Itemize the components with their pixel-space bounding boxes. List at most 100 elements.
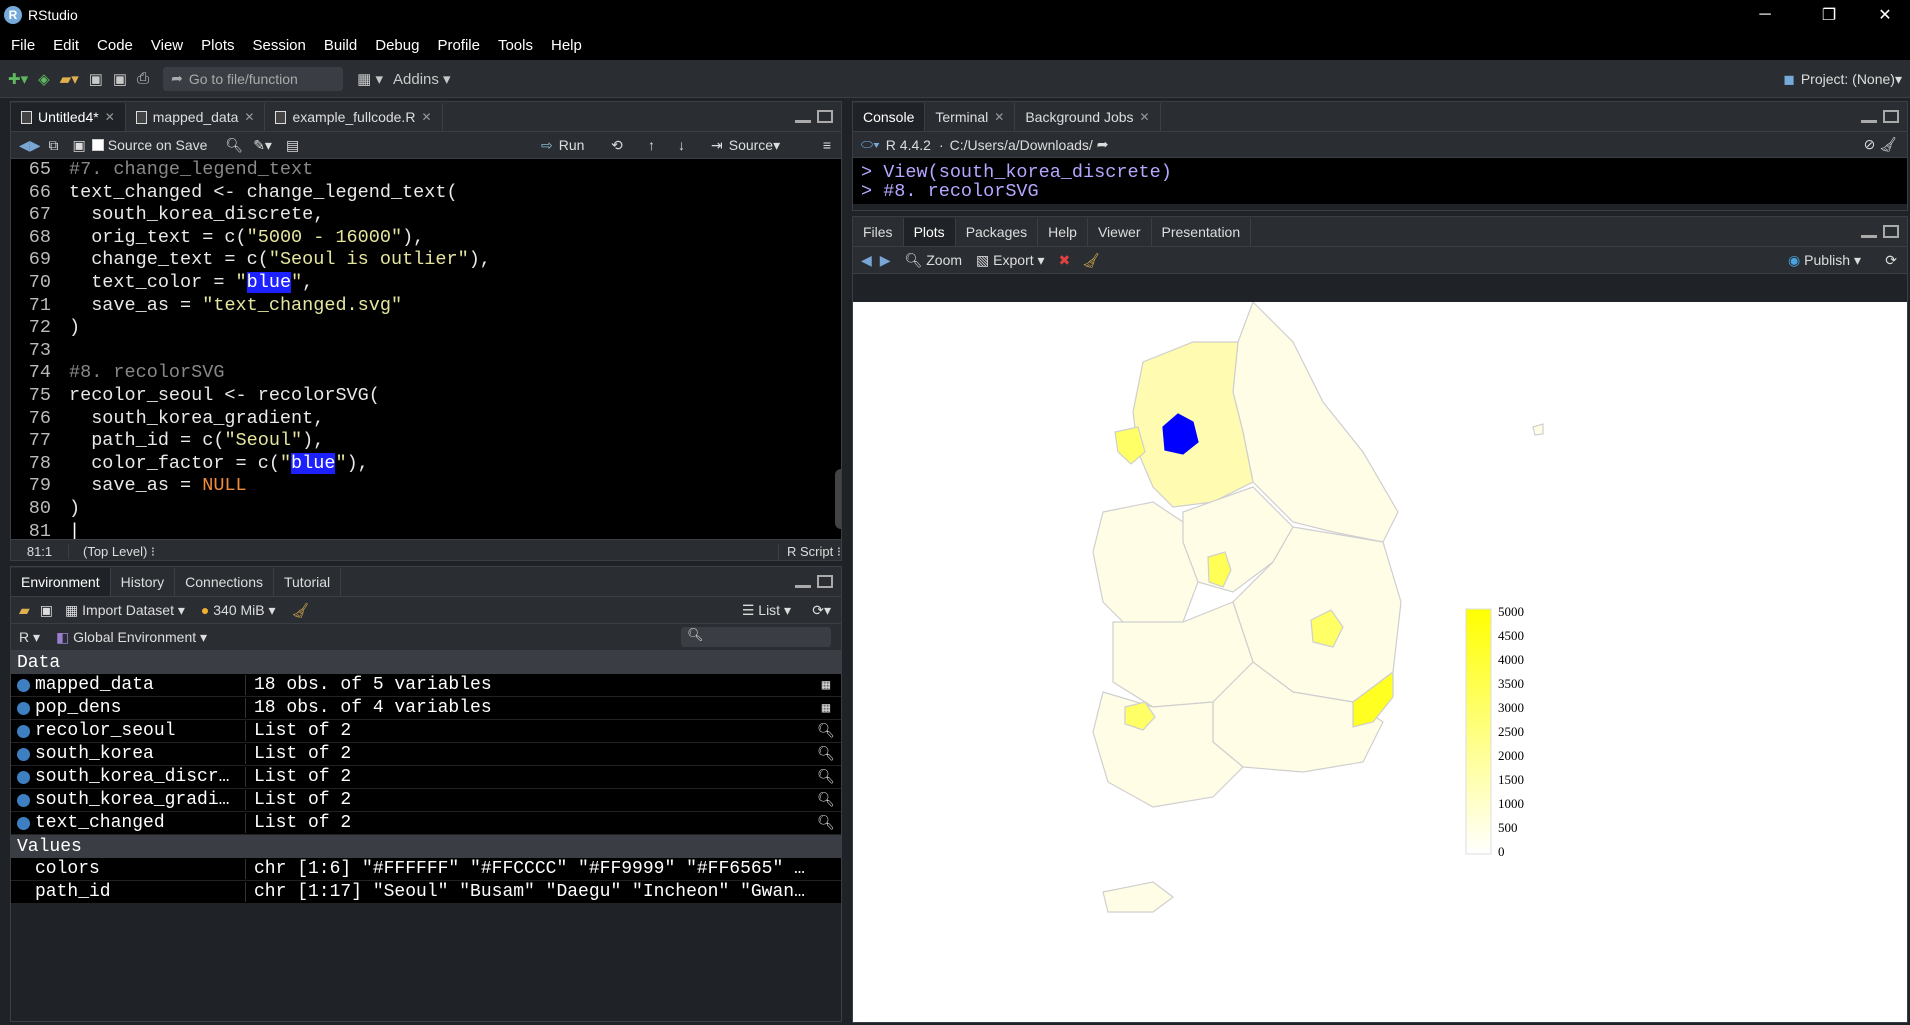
expand-icon[interactable] xyxy=(17,724,30,738)
menu-view[interactable]: View xyxy=(142,37,192,54)
expand-icon[interactable] xyxy=(17,747,30,761)
tab-viewer[interactable]: Viewer xyxy=(1088,218,1152,246)
minimize-pane-icon[interactable] xyxy=(1861,235,1877,238)
environment-row[interactable]: recolor_seoul List of 2 🔍︎ xyxy=(11,720,841,743)
values-section-header[interactable]: Values xyxy=(11,835,841,858)
view-object-icon[interactable]: 🔍︎ xyxy=(811,792,841,809)
tab-files[interactable]: Files xyxy=(853,218,904,246)
project-menu[interactable]: ◼ Project: (None) ▾ xyxy=(1783,60,1902,98)
rerun-icon[interactable]: ⟲ xyxy=(611,137,623,154)
save-workspace-icon[interactable]: ▣ xyxy=(40,602,53,619)
data-section-header[interactable]: Data xyxy=(11,651,841,674)
compile-report-icon[interactable]: ▤ xyxy=(286,137,299,154)
code-editor[interactable]: 65 #7. change_legend_text 66 text_changed <… xyxy=(11,159,841,539)
maximize-pane-icon[interactable] xyxy=(1883,110,1899,123)
tab-history[interactable]: History xyxy=(111,568,176,596)
view-object-icon[interactable]: 🔍︎ xyxy=(811,815,841,832)
tab-mapped-data[interactable]: mapped_data ✕ xyxy=(126,103,266,131)
menu-edit[interactable]: Edit xyxy=(44,37,88,54)
menu-code[interactable]: Code xyxy=(88,37,142,54)
go-down-icon[interactable]: ↓ xyxy=(678,137,685,153)
view-object-icon[interactable]: 🔍︎ xyxy=(811,769,841,786)
menu-help[interactable]: Help xyxy=(542,37,591,54)
menu-file[interactable]: File xyxy=(2,37,44,54)
go-up-icon[interactable]: ↑ xyxy=(648,137,655,153)
environment-row[interactable]: mapped_data 18 obs. of 5 variables ▦ xyxy=(11,674,841,697)
tab-packages[interactable]: Packages xyxy=(956,218,1039,246)
minimize-pane-icon[interactable] xyxy=(795,585,811,588)
tab-untitled4-[interactable]: Untitled4* ✕ xyxy=(11,103,126,131)
print-icon[interactable]: ⎙ xyxy=(137,70,149,87)
minimize-pane-icon[interactable] xyxy=(795,120,811,123)
editor-scrollbar[interactable] xyxy=(835,469,841,529)
environment-row[interactable]: path_id chr [1:17] "Seoul" "Busam" "Daegu… xyxy=(11,881,841,904)
addins-menu[interactable]: Addins ▾ xyxy=(393,70,451,88)
load-workspace-icon[interactable]: ▰ xyxy=(19,602,30,619)
show-in-window-icon[interactable]: ⧉ xyxy=(49,137,59,154)
working-directory[interactable]: C:/Users/a/Downloads/ xyxy=(950,137,1093,153)
save-icon[interactable]: ▣ xyxy=(73,137,86,154)
clear-console-icon[interactable]: ⊘ 🧹︎ xyxy=(1864,136,1897,153)
search-icon[interactable]: 🔍︎ xyxy=(225,137,243,154)
menu-profile[interactable]: Profile xyxy=(428,37,489,54)
close-tab-icon[interactable]: ✕ xyxy=(994,110,1004,124)
expand-icon[interactable] xyxy=(17,701,30,715)
goto-directory-icon[interactable]: ➦ xyxy=(1097,136,1109,153)
view-mode-selector[interactable]: ☰ List ▾ xyxy=(742,602,791,619)
tab-tutorial[interactable]: Tutorial xyxy=(274,568,342,596)
import-dataset-button[interactable]: ▦ Import Dataset ▾ xyxy=(65,602,185,619)
view-object-icon[interactable]: 🔍︎ xyxy=(811,746,841,763)
expand-icon[interactable] xyxy=(17,770,30,784)
source-on-save-checkbox[interactable] xyxy=(91,139,104,151)
menu-debug[interactable]: Debug xyxy=(366,37,428,54)
environment-row[interactable]: south_korea_discr… List of 2 🔍︎ xyxy=(11,766,841,789)
close-tab-icon[interactable]: ✕ xyxy=(244,110,254,124)
clear-objects-icon[interactable]: 🧹︎ xyxy=(292,602,310,619)
memory-usage-button[interactable]: ● 340 MiB ▾ xyxy=(201,602,276,619)
expand-icon[interactable] xyxy=(17,678,30,692)
close-tab-icon[interactable]: ✕ xyxy=(421,110,431,124)
view-object-icon[interactable]: 🔍︎ xyxy=(811,723,841,740)
tab-example-fullcode-r[interactable]: example_fullcode.R ✕ xyxy=(265,103,443,131)
tab-help[interactable]: Help xyxy=(1038,218,1088,246)
save-icon[interactable]: ▣ xyxy=(89,70,103,88)
clear-plots-icon[interactable]: 🧹︎ xyxy=(1082,252,1100,269)
expand-icon[interactable] xyxy=(17,793,30,807)
maximize-pane-icon[interactable] xyxy=(1883,225,1899,238)
tab-background-jobs[interactable]: Background Jobs ✕ xyxy=(1015,103,1161,131)
environment-selector[interactable]: ◧ Global Environment ▾ xyxy=(56,629,207,646)
scope-selector[interactable]: (Top Level) ⁝ xyxy=(83,544,155,560)
open-file-icon[interactable]: ▰▾ xyxy=(60,70,79,88)
restore-icon[interactable]: ❐ xyxy=(1804,0,1854,30)
save-all-icon[interactable]: ▣ xyxy=(113,70,127,88)
environment-row[interactable]: south_korea_gradi… List of 2 🔍︎ xyxy=(11,789,841,812)
console-output[interactable]: > View(south_korea_discrete) > #8. recolo… xyxy=(853,158,1907,204)
new-project-icon[interactable]: ◈ xyxy=(38,70,50,88)
language-selector[interactable]: R ▾ xyxy=(19,629,40,646)
view-table-icon[interactable]: ▦ xyxy=(811,700,841,717)
environment-row[interactable]: colors chr [1:6] "#FFFFFF" "#FFCCCC" "#FF… xyxy=(11,858,841,881)
menu-build[interactable]: Build xyxy=(315,37,366,54)
menu-tools[interactable]: Tools xyxy=(489,37,542,54)
environment-search-input[interactable]: 🔍︎ xyxy=(681,627,831,647)
maximize-pane-icon[interactable] xyxy=(817,110,833,123)
menu-plots[interactable]: Plots xyxy=(192,37,243,54)
outline-icon[interactable]: ≡ xyxy=(823,137,831,153)
export-button[interactable]: ▧ Export ▾ xyxy=(976,252,1045,269)
close-tab-icon[interactable]: ✕ xyxy=(105,110,115,124)
environment-row[interactable]: pop_dens 18 obs. of 4 variables ▦ xyxy=(11,697,841,720)
refresh-plot-icon[interactable]: ⟳ xyxy=(1885,252,1897,269)
close-tab-icon[interactable]: ✕ xyxy=(1140,110,1150,124)
maximize-pane-icon[interactable] xyxy=(817,575,833,588)
source-button[interactable]: ⇥ Source ▾ xyxy=(711,137,780,154)
refresh-icon[interactable]: ⟳▾ xyxy=(812,602,831,619)
tab-environment[interactable]: Environment xyxy=(11,568,111,596)
minimize-icon[interactable]: ─ xyxy=(1740,0,1790,30)
environment-row[interactable]: south_korea List of 2 🔍︎ xyxy=(11,743,841,766)
zoom-button[interactable]: 🔍︎ Zoom xyxy=(905,252,962,269)
tab-terminal[interactable]: Terminal ✕ xyxy=(925,103,1016,131)
next-plot-icon[interactable]: ▶ xyxy=(880,252,891,269)
publish-button[interactable]: ◉ Publish ▾ xyxy=(1788,252,1861,269)
tab-plots[interactable]: Plots xyxy=(903,218,956,246)
code-tools-icon[interactable]: ✎▾ xyxy=(253,137,272,154)
